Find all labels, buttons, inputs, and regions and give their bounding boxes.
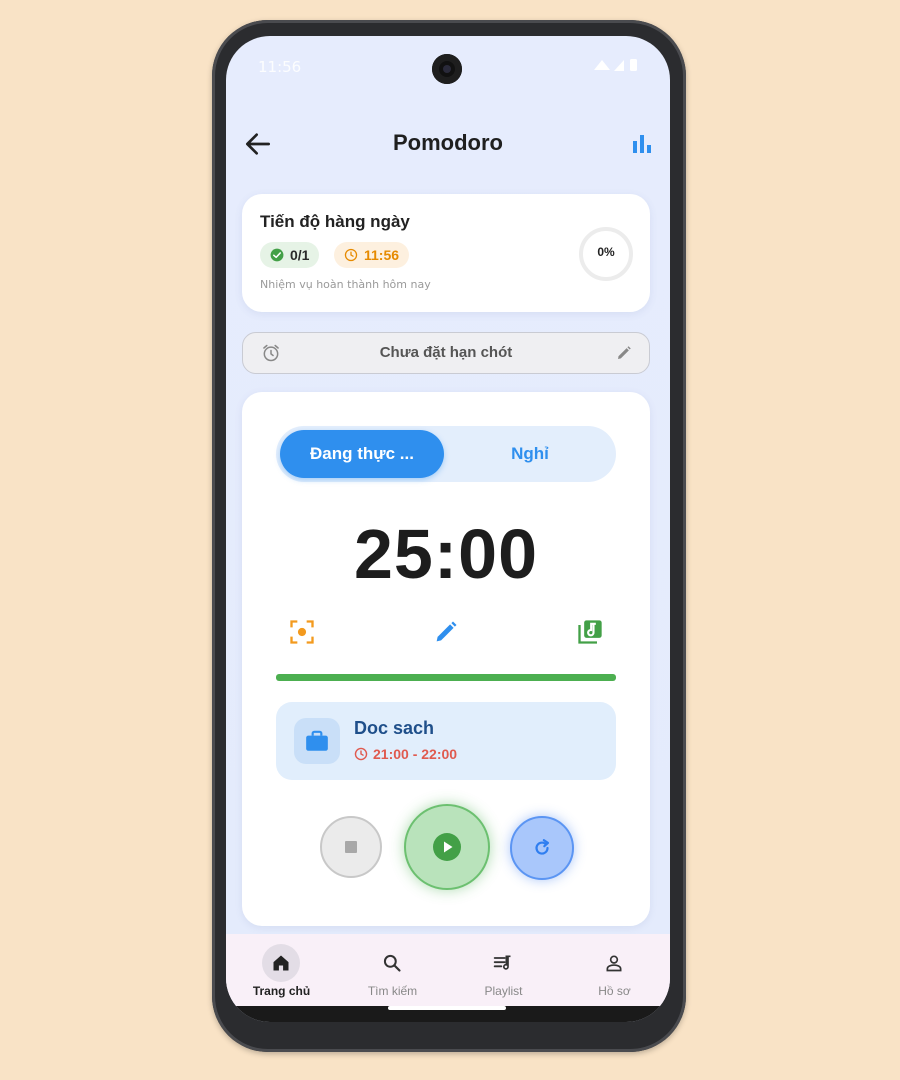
nav-label: Trang chủ bbox=[252, 984, 311, 998]
phone-frame: 11:56 Pomodoro Tiến độ hàng ngày 0/1 11:… bbox=[212, 20, 686, 1052]
progress-percent: 0% bbox=[597, 245, 615, 259]
nav-icon-wrap bbox=[595, 944, 633, 982]
current-task-card[interactable]: Doc sach 21:00 - 22:00 bbox=[276, 702, 616, 780]
tasks-done-value: 0/1 bbox=[290, 247, 310, 263]
timer-card: Đang thực ... Nghỉ 25:00 Doc sach 21:00 … bbox=[242, 392, 650, 926]
bottom-navigation: Trang chủ Tìm kiếm Playlist Hồ sơ bbox=[226, 934, 670, 1006]
deadline-field[interactable]: Chưa đặt hạn chót bbox=[242, 332, 650, 374]
screen: 11:56 Pomodoro Tiến độ hàng ngày 0/1 11:… bbox=[226, 36, 670, 1022]
mode-toggle: Đang thực ... Nghỉ bbox=[276, 426, 616, 482]
nav-icon-wrap bbox=[484, 944, 522, 982]
nav-icon-wrap bbox=[262, 944, 300, 982]
front-camera bbox=[432, 54, 462, 84]
check-circle-icon bbox=[270, 248, 284, 262]
daily-progress-card: Tiến độ hàng ngày 0/1 11:56 Nhiệm vụ hoà… bbox=[242, 194, 650, 312]
nav-item-search[interactable]: Tìm kiếm bbox=[337, 934, 448, 1006]
briefcase-icon bbox=[306, 730, 328, 751]
nav-icon-wrap bbox=[373, 944, 411, 982]
clock-icon bbox=[354, 747, 368, 761]
task-name: Doc sach bbox=[354, 718, 435, 738]
app-bar: Pomodoro bbox=[226, 116, 670, 172]
timer-display: 25:00 bbox=[353, 515, 539, 593]
stop-button[interactable] bbox=[320, 816, 382, 878]
focus-mode-icon[interactable] bbox=[288, 618, 316, 646]
page-title: Pomodoro bbox=[393, 130, 503, 155]
refresh-icon bbox=[535, 839, 550, 855]
nav-label: Tìm kiếm bbox=[367, 984, 418, 998]
status-icons bbox=[594, 59, 637, 71]
mode-focus-tab[interactable]: Đang thực ... bbox=[280, 430, 444, 478]
search-icon bbox=[383, 954, 401, 972]
task-icon-box bbox=[294, 718, 340, 764]
home-indicator[interactable] bbox=[388, 1006, 506, 1010]
timer-progress-bar bbox=[276, 674, 616, 681]
daily-progress-subtitle: Nhiệm vụ hoàn thành hôm nay bbox=[260, 278, 431, 291]
stop-icon bbox=[345, 841, 357, 853]
music-library-icon[interactable] bbox=[576, 618, 604, 646]
task-time-text: 21:00 - 22:00 bbox=[373, 746, 458, 762]
play-icon bbox=[433, 833, 461, 861]
edit-deadline-icon[interactable] bbox=[615, 344, 633, 362]
deadline-label: Chưa đặt hạn chót bbox=[379, 344, 513, 361]
bar-chart-icon[interactable] bbox=[630, 132, 654, 156]
daily-progress-title: Tiến độ hàng ngày bbox=[260, 212, 410, 231]
home-icon bbox=[273, 955, 289, 971]
mode-break-tab[interactable]: Nghỉ bbox=[448, 430, 612, 478]
gesture-area bbox=[226, 1006, 670, 1022]
task-time-range: 21:00 - 22:00 bbox=[354, 746, 457, 762]
reset-button[interactable] bbox=[510, 816, 574, 880]
progress-ring: 0% bbox=[578, 226, 634, 282]
time-value: 11:56 bbox=[364, 247, 400, 263]
status-time: 11:56 bbox=[258, 58, 302, 76]
nav-item-home[interactable]: Trang chủ bbox=[226, 934, 337, 1006]
nav-label: Playlist bbox=[484, 984, 523, 998]
nav-label: Hồ sơ bbox=[598, 984, 631, 998]
nav-item-profile[interactable]: Hồ sơ bbox=[559, 934, 670, 1006]
playlist-icon bbox=[493, 955, 511, 970]
edit-timer-icon[interactable] bbox=[432, 618, 460, 646]
timer-progress-fill bbox=[276, 674, 616, 681]
time-badge: 11:56 bbox=[334, 242, 410, 268]
nav-item-playlist[interactable]: Playlist bbox=[448, 934, 559, 1006]
clock-icon bbox=[344, 248, 358, 262]
play-button[interactable] bbox=[404, 804, 490, 890]
person-icon bbox=[606, 955, 622, 972]
status-bar: 11:56 bbox=[226, 36, 670, 84]
tasks-done-badge: 0/1 bbox=[260, 242, 320, 268]
